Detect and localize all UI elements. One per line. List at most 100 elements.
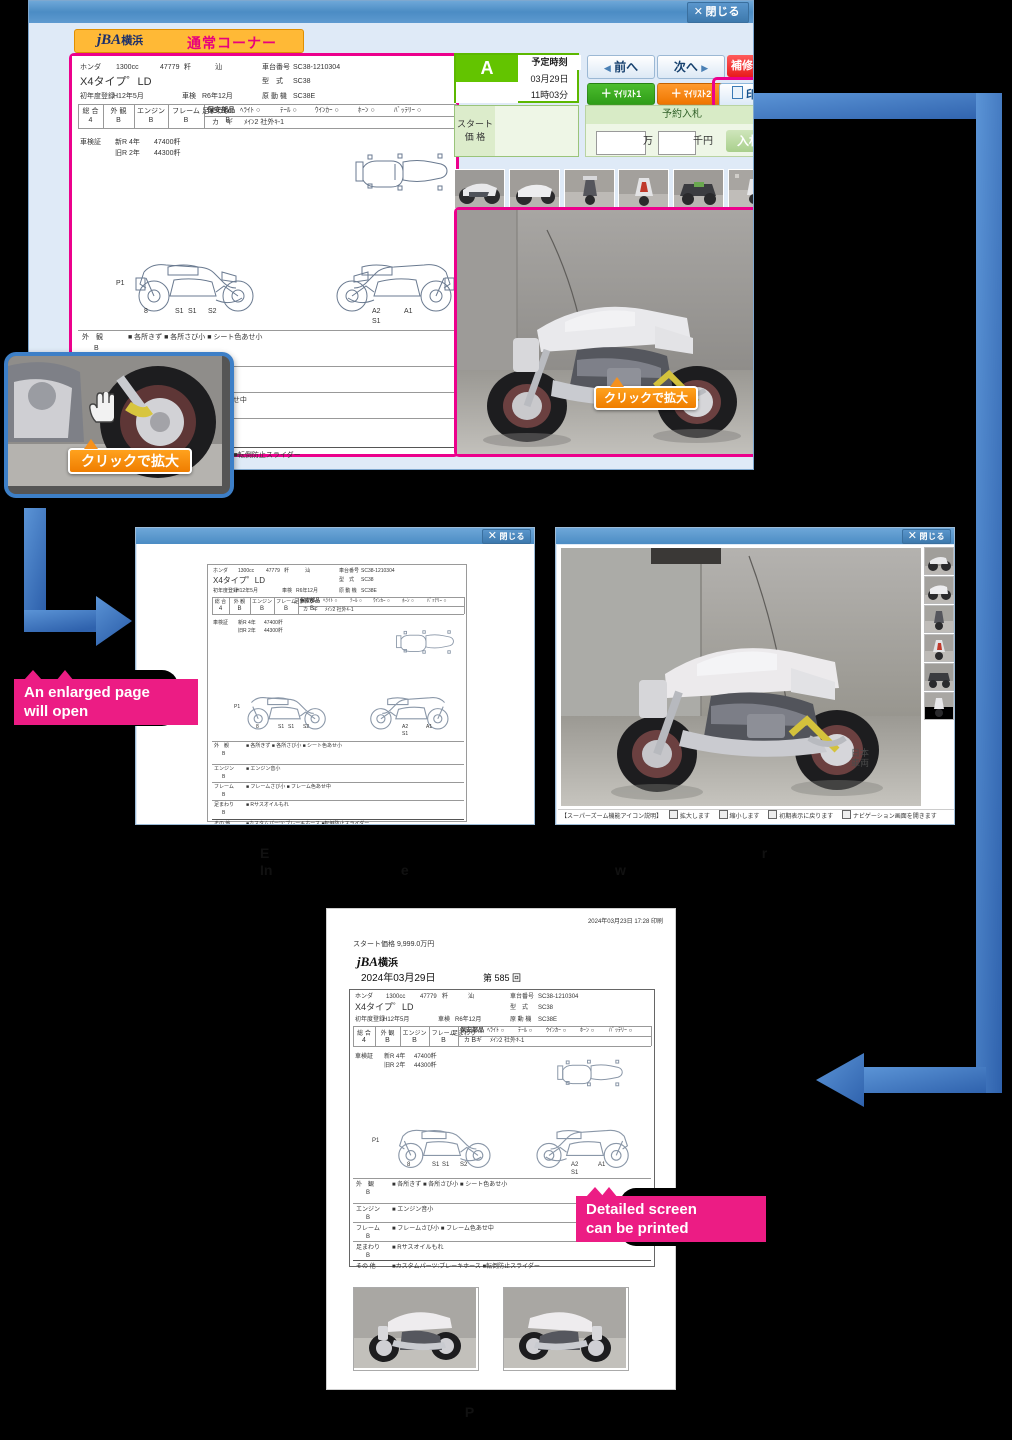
es-mile: 47779 [266,568,280,574]
es-gh0: 総 合 [214,599,227,605]
ps-gh1: 外 観 [380,1031,395,1037]
certificate-value-1: 44300粁 [154,150,181,157]
ps-mark-a1: A1 [598,1162,606,1168]
repair-parts-button[interactable]: 補修部品 [727,55,753,77]
thumbnail-6[interactable] [728,169,753,209]
close-icon: ✕ [907,530,918,542]
next-button[interactable]: 次へ ▶ [657,55,725,79]
close-button[interactable]: ✕ 閉じる [686,2,749,23]
viewer-thumb-5[interactable] [924,663,954,691]
es-cert-label: 車検証 [213,620,229,626]
ps-cond-g3: B [366,1253,371,1259]
ps-cond-l2: フレーム [356,1226,380,1232]
bike-sideview-right-diagram [322,252,462,314]
callout-detailed-print: Detailed screen can be printed [576,1187,766,1242]
enlarged-sheet-titlebar: ✕ 閉じる [136,528,534,544]
reset-icon [768,810,778,819]
close-button-enlarged-sheet[interactable]: ✕ 閉じる [481,529,531,544]
es-cert-t0: 新R 4年 [238,620,256,626]
bid-submit-button[interactable]: 入札 [726,130,753,152]
main-photo-highlight[interactable]: クリックで拡大 [454,207,753,457]
es-safety-3: ﾎｰﾝ ○ [402,598,414,604]
click-to-enlarge-tooltip-sheet: クリックで拡大 [68,439,192,474]
enlarged-photo-image[interactable]: 日本 車両 [561,548,921,806]
ps-mark-s1a: S1 [432,1162,440,1168]
ps-safety-3: ﾎｰﾝ ○ [580,1028,595,1034]
diagram-mark-s1c: S1 [372,318,381,325]
navigation-control[interactable]: ナビゲーション画面を開きます [841,810,937,820]
schedule-label: 予定時刻 [518,55,581,70]
ps-cond-n3: ■ Rサスオイルもれ [392,1245,444,1251]
printed-start-price: スタート価格 9,999.0万円 [353,941,435,948]
bid-man-input[interactable] [596,131,646,155]
es-mark-s1c: S1 [402,731,409,737]
es-key: ﾒｲﾝ2 社外ｷ-1 [325,607,354,613]
mylist1-button[interactable]: ＋ﾏｲﾘｽﾄ1 [587,83,655,105]
es-safety-2: ｳｲﾝｶｰ ○ [373,598,390,604]
viewer-thumb-3[interactable] [924,605,954,633]
close-icon: ✕ [487,530,498,542]
ps-mark-s1b: S1 [442,1162,450,1168]
vehicle-mileage-mark: 汕 [215,64,222,71]
es-cond-l1: エンジン [214,766,235,772]
thumbnail-2[interactable] [509,169,560,209]
document-icon [732,86,743,99]
ps-gv1: B [385,1037,390,1044]
es-reg-label: 初年度登録 [213,588,239,594]
diagram-mark-a2: A2 [372,308,381,315]
ps-mark-a2: A2 [571,1162,579,1168]
vehicle-maker: ホンダ [80,64,101,71]
zoom-in-control[interactable]: 拡大します [668,810,710,820]
ps-cond-n1: ■ エンジン音小 [392,1207,434,1213]
click-to-enlarge-tooltip-photo: クリックで拡大 [594,377,698,410]
ps-insp: R6年12月 [455,1017,482,1023]
hover-zoom-preview[interactable]: クリックで拡大 [4,352,234,498]
es-insp-label: 車検 [282,588,293,594]
es-reg: H12年5月 [236,588,258,594]
printed-photo-2 [503,1287,629,1371]
ps-cert-label: 車検証 [355,1054,374,1060]
ps-mark-8: 8 [407,1162,411,1168]
thumbnail-1[interactable] [454,169,505,209]
thumbnail-5[interactable] [673,169,724,209]
chassis-no: SC38-1210304 [293,64,341,71]
ps-cond-l1: エンジン [356,1207,381,1213]
ps-mileu: 粁 [442,994,449,1000]
es-cert-v1: 44300粁 [264,628,283,634]
viewer-thumb-2[interactable] [924,576,954,604]
close-button-enlarged-photo[interactable]: ✕ 閉じる [901,529,951,544]
safety-item-0: ﾍﾗｲﾄ ○ [240,107,261,114]
es-disp: 1300cc [238,568,255,574]
viewer-thumb-6[interactable] [924,692,954,720]
ps-gh0: 総 合 [357,1031,371,1037]
zoom-out-control[interactable]: 縮小します [718,810,760,820]
viewer-thumb-4[interactable] [924,634,954,662]
redaction-bar: spection Sheet pag [272,862,401,879]
thumbnail-3[interactable] [564,169,615,209]
callout-enlarged-page: An enlarged page will open [14,670,198,725]
main-photo[interactable] [457,210,753,454]
diagram-mark-s1a: S1 [175,308,184,315]
es-mark-a1: A1 [426,724,433,730]
diagram-mark-s2: S2 [208,308,217,315]
ps-sideview-right [525,1120,637,1170]
ps-cert-v1: 44300粁 [414,1063,437,1069]
es-gv0: 4 [218,606,223,612]
bid-sen-input[interactable] [658,131,696,155]
ps-safety-4: ﾊﾞｯﾃﾘｰ ○ [609,1028,633,1034]
callout-pointer-enlarged [56,670,74,681]
enlarged-photo-body: 日本 車両 【スーパーズーム機能アイコン説明】 拡大します 縮小します 初期表示… [557,545,954,824]
es-eng: SC38E [361,588,377,594]
es-mark-8: 8 [256,724,259,730]
certificate-value-0: 47400粁 [154,139,181,146]
ps-mark-s1c: S1 [571,1170,579,1176]
thumbnail-4[interactable] [618,169,669,209]
prev-button[interactable]: ◀ 前へ [587,55,655,79]
start-price-box: スタート価 格 [454,105,579,157]
ps-safety-0: ﾍﾗｲﾄ ○ [487,1028,505,1034]
enlarged-photo-window: ✕ 閉じる 日本 車両 【スーパーズーム機能アイコン説明】 拡大します 縮小しま… [555,527,955,825]
viewer-thumb-1[interactable] [924,547,954,575]
inspection-label: 車検 [182,93,196,100]
ps-cond-n2: ■ フレームさび小 ■ フレーム色あせ中 [392,1226,494,1232]
reset-view-control[interactable]: 初期表示に戻ります [768,810,833,820]
